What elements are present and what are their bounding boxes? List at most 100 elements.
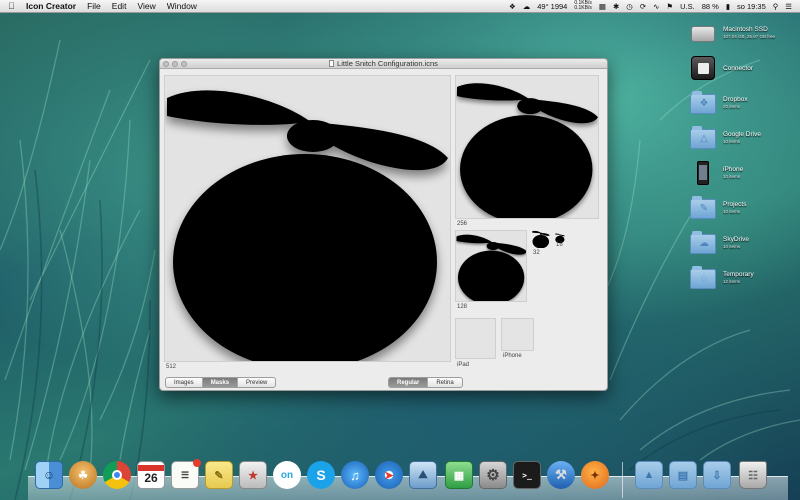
dock-system-preferences-icon[interactable]: ⚙ bbox=[478, 459, 508, 491]
window-title-text: Little Snitch Configuration.icns bbox=[337, 59, 438, 68]
dock-documents-stack-icon[interactable]: ▤ bbox=[668, 459, 698, 491]
tab-regular[interactable]: Regular bbox=[389, 378, 429, 387]
tab-images[interactable]: Images bbox=[166, 378, 203, 387]
resolution-segmented-control: Regular Retina bbox=[388, 377, 463, 388]
icon-well-512[interactable] bbox=[164, 75, 451, 362]
desktop-item-projects[interactable]: ✎ Projects 10 items bbox=[690, 195, 800, 225]
temporary-folder-icon: ◌ bbox=[690, 265, 716, 291]
menu-edit[interactable]: Edit bbox=[112, 1, 127, 11]
downloads-folder-icon: ⇩ bbox=[703, 461, 731, 489]
battery-text[interactable]: 88 % bbox=[702, 2, 719, 11]
dock-finder-icon[interactable]: ☺ bbox=[34, 459, 64, 491]
net-down-text: 0.1KB/s bbox=[574, 5, 592, 11]
time-machine-icon[interactable]: ◷ bbox=[626, 2, 633, 11]
bluetooth-icon[interactable]: ✱ bbox=[613, 2, 619, 11]
desktop-item-connector[interactable]: Connector bbox=[690, 55, 800, 85]
desktop-item-info: 107.04 GB, 25.97 GB free bbox=[723, 34, 776, 39]
screen-icon[interactable]: ▦ bbox=[599, 2, 606, 11]
skype-icon: S bbox=[307, 461, 335, 489]
dock-trash-icon[interactable]: ☷ bbox=[738, 459, 768, 491]
icon-well-iphone[interactable] bbox=[501, 318, 534, 351]
view-mode-segmented-control: Images Masks Preview bbox=[165, 377, 277, 388]
terminal-icon: >_ bbox=[513, 461, 541, 489]
menu-bar:  Icon Creator File Edit View Window ❖ ☁… bbox=[0, 0, 800, 13]
dock-applications-stack-icon[interactable]: ▲ bbox=[634, 459, 664, 491]
apple-menu-icon[interactable]:  bbox=[8, 1, 20, 11]
icon-well-128[interactable] bbox=[455, 230, 527, 302]
dock-growl-icon[interactable]: ☘ bbox=[68, 459, 98, 491]
gear-icon: ⚙ bbox=[479, 461, 507, 489]
dock-numbers-icon[interactable]: ▦ bbox=[444, 459, 474, 491]
dock-chrome-icon[interactable] bbox=[102, 459, 132, 491]
ichat-label: on bbox=[280, 469, 294, 481]
reminders-icon: ☰ bbox=[171, 459, 201, 489]
size-label-32: 32 bbox=[533, 250, 540, 256]
desktop-item-name: Connector bbox=[723, 65, 753, 72]
dock-automator-icon[interactable]: ★ bbox=[238, 459, 268, 491]
notes-icon: ✎ bbox=[205, 461, 233, 489]
battery-icon[interactable]: ▮ bbox=[726, 2, 730, 11]
dock-separator bbox=[622, 462, 623, 498]
dock-itunes-icon[interactable]: ♫ bbox=[340, 459, 370, 491]
window-title: Little Snitch Configuration.icns bbox=[329, 59, 438, 68]
dock-xcode-icon[interactable]: ⚒ bbox=[546, 459, 576, 491]
dock-safari-icon[interactable]: ➤ bbox=[374, 459, 404, 491]
clock-text[interactable]: so 19:35 bbox=[737, 2, 766, 11]
icon-well-ipad[interactable] bbox=[455, 318, 496, 359]
spreadsheet-icon: ▦ bbox=[445, 461, 473, 489]
icon-well-32[interactable] bbox=[532, 230, 550, 249]
wifi-icon[interactable]: ∿ bbox=[653, 2, 659, 11]
calendar-day: 26 bbox=[144, 471, 158, 485]
desktop-item-macintosh-ssd[interactable]: Macintosh SSD 107.04 GB, 25.97 GB free bbox=[690, 20, 800, 50]
window-controls bbox=[163, 61, 187, 67]
menu-window[interactable]: Window bbox=[167, 1, 197, 11]
desktop-item-skydrive[interactable]: ☁ SkyDrive 10 items bbox=[690, 230, 800, 260]
dock-skype-icon[interactable]: S bbox=[306, 459, 336, 491]
spotlight-search-icon[interactable]: ⚲ bbox=[773, 2, 779, 11]
chrome-icon bbox=[103, 461, 131, 489]
desktop-item-iphone[interactable]: iPhone 10 items bbox=[690, 160, 800, 190]
propeller-ball-icon: ✦ bbox=[581, 461, 609, 489]
desktop-item-google-drive[interactable]: △ Google Drive 10 items bbox=[690, 125, 800, 155]
desktop-item-info: 10 items bbox=[723, 209, 741, 214]
icon-well-16[interactable] bbox=[555, 230, 565, 244]
chat-bubble-icon: on bbox=[273, 461, 301, 489]
dock-reminders-icon[interactable]: ☰ bbox=[170, 459, 201, 491]
input-locale-text[interactable]: U.S. bbox=[680, 2, 695, 11]
dock-downloads-stack-icon[interactable]: ⇩ bbox=[702, 459, 732, 491]
dock-stickies-icon[interactable]: ✎ bbox=[204, 459, 234, 491]
window-titlebar[interactable]: Little Snitch Configuration.icns bbox=[160, 59, 607, 69]
desktop-item-name: Projects bbox=[723, 201, 747, 208]
projects-folder-icon: ✎ bbox=[690, 195, 716, 221]
dock-preview-icon[interactable]: ⛰ bbox=[408, 459, 438, 491]
network-monitor[interactable]: 0.1KB/s 0.1KB/s bbox=[574, 1, 592, 11]
desktop-item-name: Temporary bbox=[723, 271, 754, 278]
weather-status-icon[interactable]: ☁ bbox=[523, 2, 531, 11]
dock-ichat-icon[interactable]: on bbox=[272, 459, 302, 491]
desktop-item-temporary[interactable]: ◌ Temporary 12 items bbox=[690, 265, 800, 295]
dock-calendar-icon[interactable]: 26 bbox=[136, 459, 166, 491]
tab-masks[interactable]: Masks bbox=[202, 378, 239, 387]
close-button[interactable] bbox=[163, 61, 169, 67]
menu-view[interactable]: View bbox=[137, 1, 155, 11]
menu-app-name[interactable]: Icon Creator bbox=[26, 1, 76, 11]
weather-text[interactable]: 49° 1994 bbox=[537, 2, 567, 11]
menu-file[interactable]: File bbox=[87, 1, 101, 11]
tab-retina[interactable]: Retina bbox=[428, 378, 461, 387]
notification-center-icon[interactable]: ☰ bbox=[785, 2, 792, 11]
skydrive-folder-icon: ☁ bbox=[690, 230, 716, 256]
iphone-icon bbox=[690, 160, 716, 186]
desktop-item-info: 10 items bbox=[723, 174, 741, 179]
tab-preview[interactable]: Preview bbox=[238, 378, 275, 387]
dropbox-status-icon[interactable]: ❖ bbox=[509, 2, 516, 11]
size-label-iphone: iPhone bbox=[503, 353, 522, 359]
documents-folder-icon: ▤ bbox=[669, 461, 697, 489]
flag-icon[interactable]: ⚑ bbox=[666, 2, 673, 11]
dock-terminal-icon[interactable]: >_ bbox=[512, 459, 542, 491]
dock-little-snitch-icon[interactable]: ✦ bbox=[580, 459, 610, 491]
sync-icon[interactable]: ⟳ bbox=[640, 2, 646, 11]
desktop-item-dropbox[interactable]: ❖ Dropbox 20 items bbox=[690, 90, 800, 120]
minimize-button[interactable] bbox=[172, 61, 178, 67]
zoom-button[interactable] bbox=[181, 61, 187, 67]
icon-well-256[interactable] bbox=[455, 75, 599, 219]
